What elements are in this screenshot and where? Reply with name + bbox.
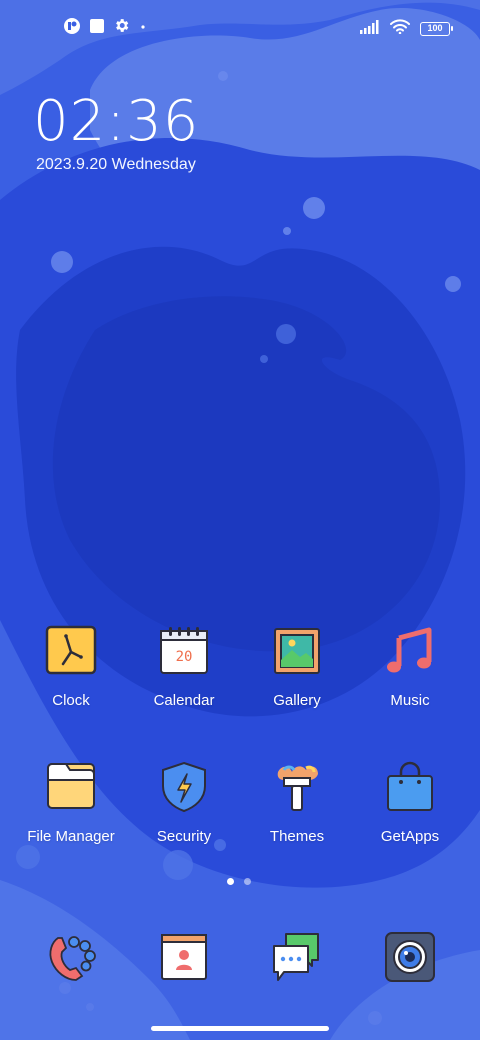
contacts-icon — [157, 930, 211, 984]
dock-messages[interactable] — [237, 930, 357, 984]
notification-app-icon — [63, 17, 81, 40]
dock-phone[interactable] — [11, 930, 131, 984]
app-label: Gallery — [273, 692, 321, 709]
clock-widget[interactable]: 02:36 2023.9.20 Wednesday — [33, 90, 199, 174]
clock-icon — [44, 624, 98, 678]
page-indicator[interactable] — [227, 878, 251, 885]
signal-icon — [360, 19, 380, 39]
battery-level: 100 — [427, 23, 443, 33]
app-security[interactable]: Security — [124, 760, 244, 845]
gallery-icon — [270, 624, 324, 678]
app-label: Security — [156, 828, 212, 845]
wifi-icon — [390, 19, 410, 39]
page-dot-current[interactable] — [227, 878, 234, 885]
app-themes[interactable]: Themes — [237, 760, 357, 845]
calendar-day: 20 — [176, 649, 193, 665]
paintbrush-icon — [270, 760, 324, 814]
messages-icon — [270, 930, 324, 984]
shopping-bag-icon — [383, 760, 437, 814]
app-getapps[interactable]: GetApps — [350, 760, 470, 845]
shield-icon — [157, 760, 211, 814]
dot-icon — [138, 19, 148, 37]
app-label: Calendar — [153, 692, 215, 709]
calendar-icon: 20 — [157, 624, 211, 678]
app-music[interactable]: Music — [350, 624, 470, 709]
status-bar: 100 — [0, 0, 480, 56]
dock-camera[interactable] — [350, 930, 470, 984]
gear-icon — [113, 17, 130, 39]
app-label: GetApps — [380, 828, 440, 845]
app-label: File Manager — [27, 828, 115, 845]
app-label: Themes — [269, 828, 325, 845]
time-display: 02:36 — [33, 89, 200, 154]
square-notification-icon — [89, 18, 105, 39]
battery-icon: 100 — [420, 22, 453, 36]
date-display: 2023.9.20 Wednesday — [36, 156, 196, 173]
app-label: Clock — [52, 692, 90, 709]
app-clock[interactable]: Clock — [11, 624, 131, 709]
folder-icon — [44, 760, 98, 814]
home-gesture-bar[interactable] — [151, 1026, 329, 1031]
camera-icon — [383, 930, 437, 984]
phone-icon — [44, 930, 98, 984]
music-note-icon — [383, 624, 437, 678]
app-gallery[interactable]: Gallery — [237, 624, 357, 709]
app-label: Music — [390, 692, 430, 709]
app-file-manager[interactable]: File Manager — [11, 760, 131, 845]
app-calendar[interactable]: 20 Calendar — [124, 624, 244, 709]
status-notifications — [63, 17, 148, 39]
dock-contacts[interactable] — [124, 930, 244, 984]
page-dot[interactable] — [244, 878, 251, 885]
status-indicators: 100 — [360, 18, 453, 40]
